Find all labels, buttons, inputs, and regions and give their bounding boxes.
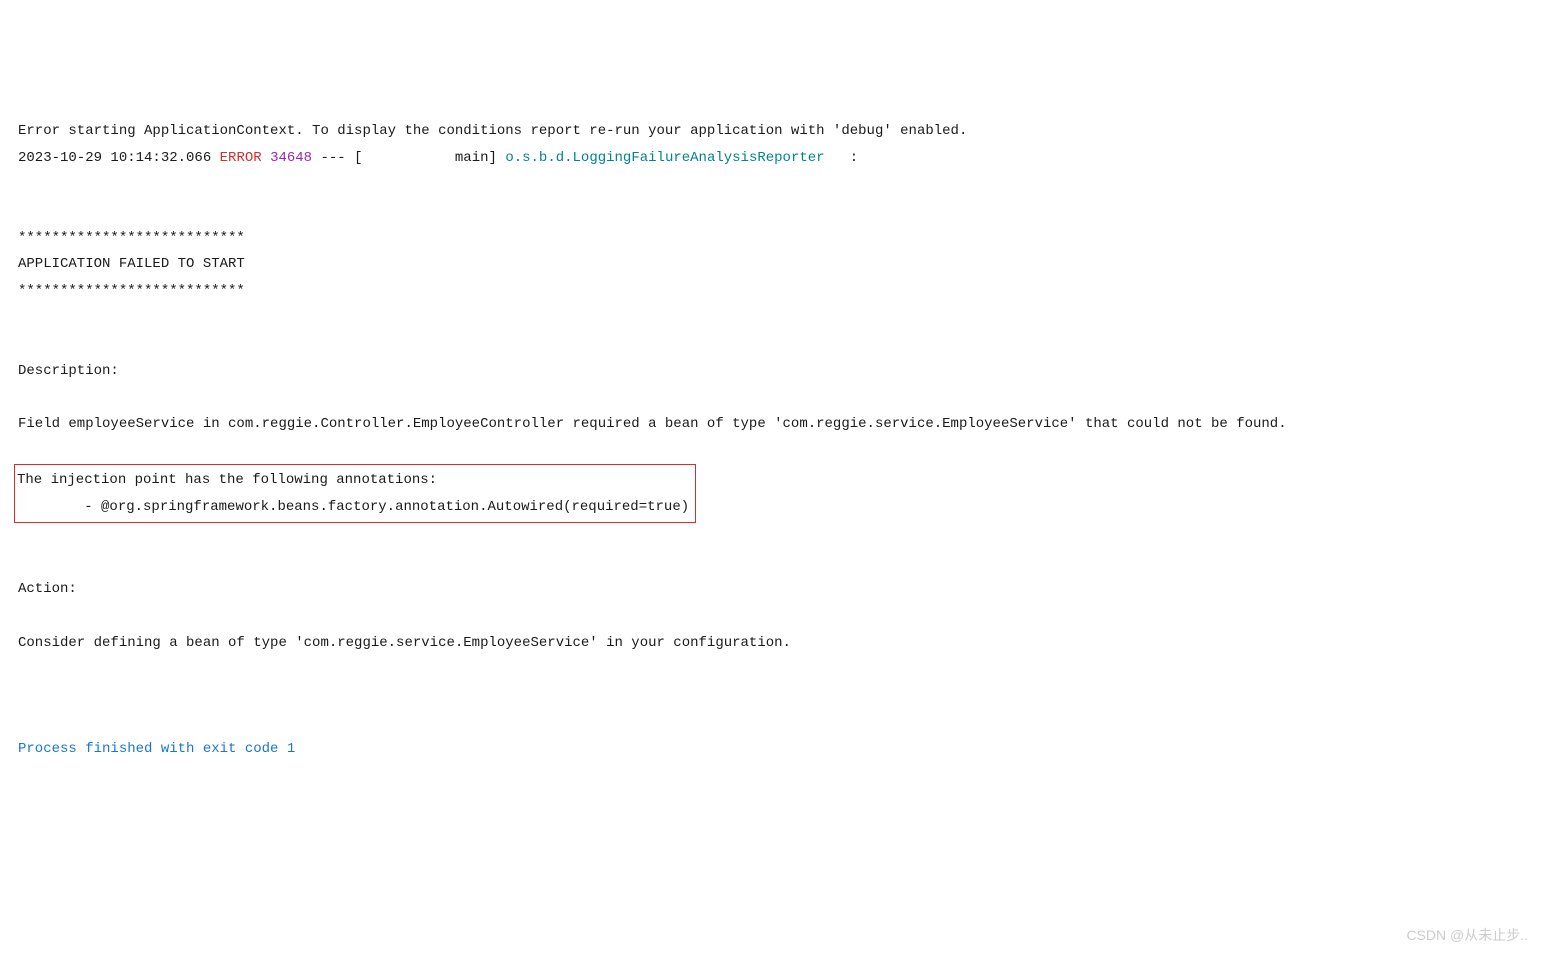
description-text: Field employeeService in com.reggie.Cont… [18, 411, 1528, 438]
timestamp-text: 2023-10-29 10:14:32.066 [18, 150, 211, 166]
thread-separator: --- [ main] [312, 150, 505, 166]
description-label: Description: [18, 358, 1528, 385]
injection-line-2: - @org.springframework.beans.factory.ann… [17, 494, 689, 521]
process-exit-line: Process finished with exit code 1 [18, 736, 1528, 763]
watermark-text: CSDN @从未止步.. [1406, 922, 1528, 949]
divider-bottom: *************************** [18, 278, 1528, 305]
injection-line-1: The injection point has the following an… [17, 467, 689, 494]
log-line-timestamp: 2023-10-29 10:14:32.066 ERROR 34648 --- … [18, 145, 1528, 172]
log-colon: : [825, 150, 859, 166]
injection-highlight-box: The injection point has the following an… [14, 464, 696, 523]
divider-top: *************************** [18, 225, 1528, 252]
action-text: Consider defining a bean of type 'com.re… [18, 630, 1528, 657]
log-line-context-error: Error starting ApplicationContext. To di… [18, 118, 1528, 145]
process-id: 34648 [270, 150, 312, 166]
fail-header: APPLICATION FAILED TO START [18, 251, 1528, 278]
logger-class-name: o.s.b.d.LoggingFailureAnalysisReporter [505, 150, 824, 166]
action-label: Action: [18, 576, 1528, 603]
log-level-error: ERROR [220, 150, 262, 166]
